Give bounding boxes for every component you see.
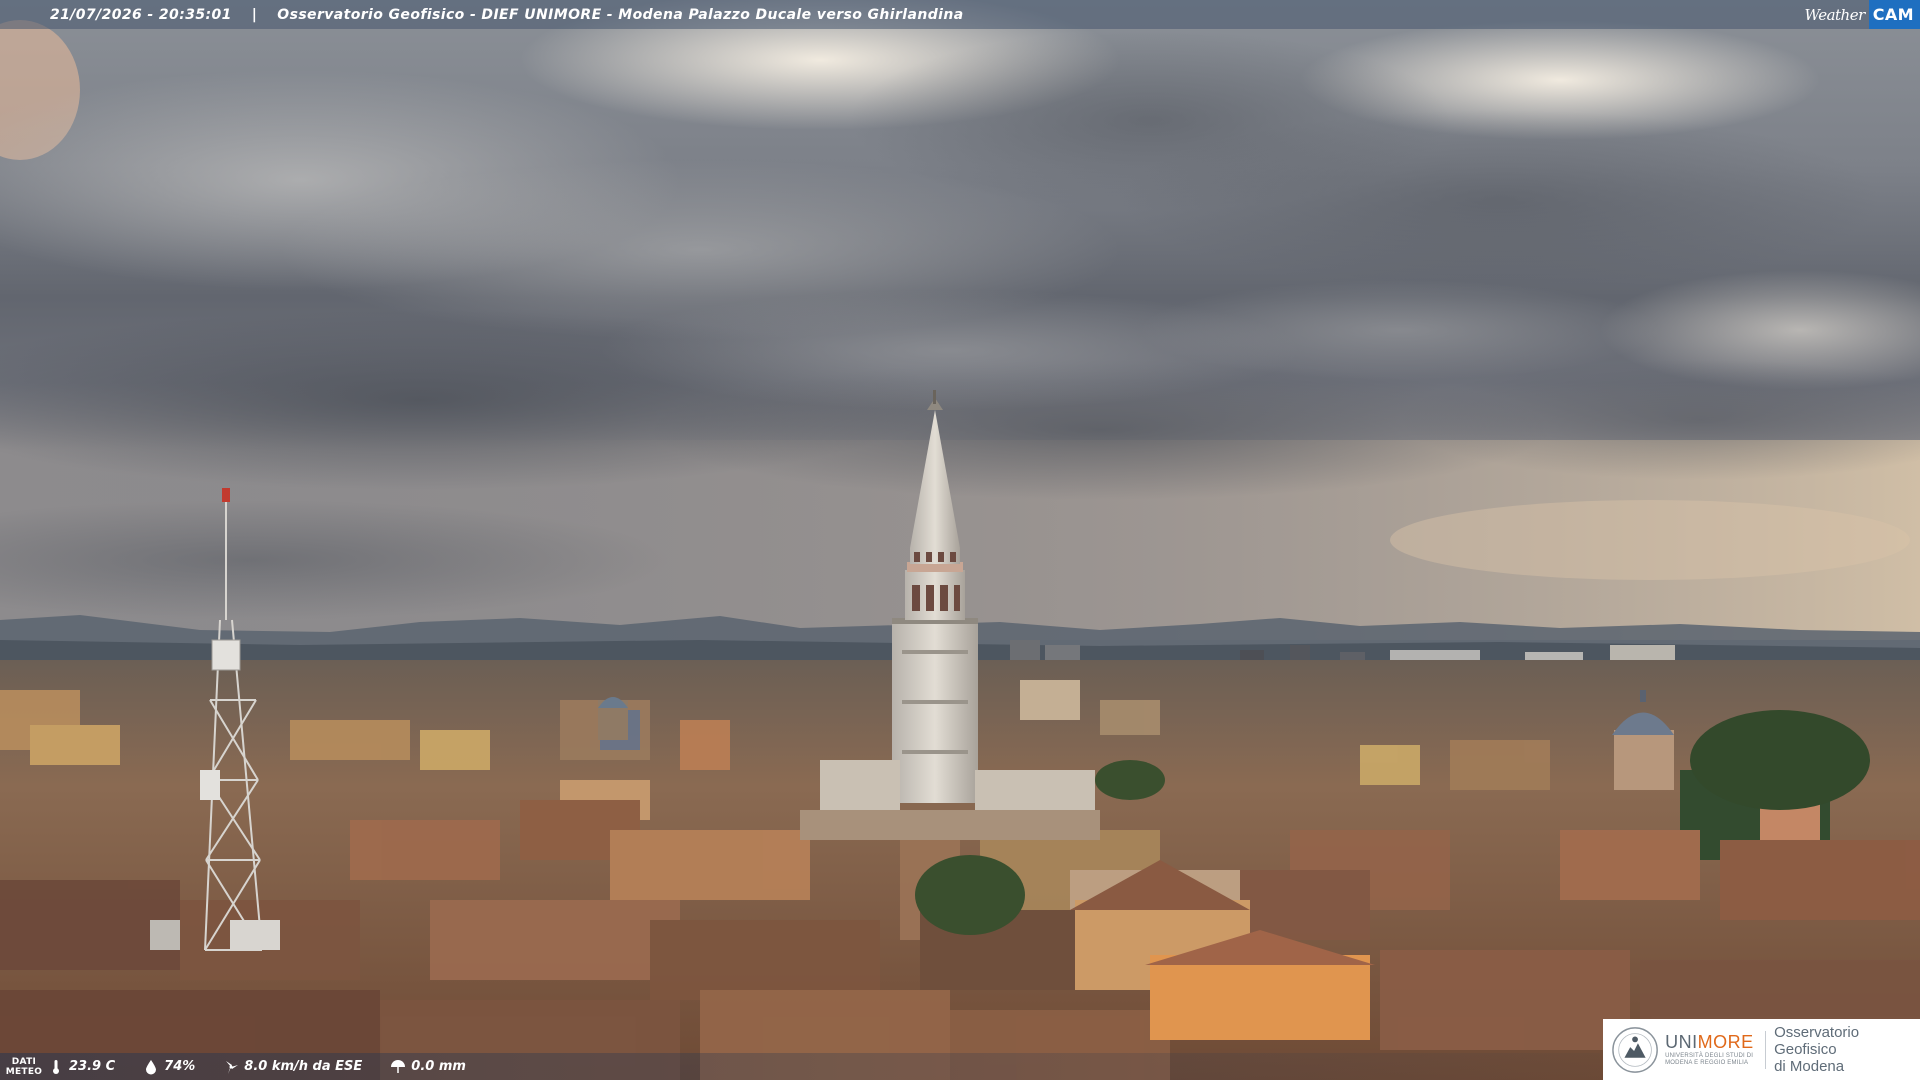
unimore-suffix: MORE (1697, 1032, 1754, 1052)
observatory-line1: Osservatorio Geofisico (1774, 1024, 1860, 1058)
temperature-reading: 23.9 C (48, 1059, 115, 1075)
unimore-logo-box: UNIMORE UNIVERSITÀ DEGLI STUDI DI MODENA… (1603, 1019, 1920, 1080)
unimore-name: UNIMORE (1665, 1032, 1757, 1053)
humidity-reading: 74% (143, 1059, 195, 1075)
logo-divider (1765, 1030, 1767, 1069)
wind-value: 8.0 km/h da ESE (244, 1059, 363, 1074)
city-panorama-photo (0, 0, 1920, 1080)
webcam-frame: 21/07/2026 - 20:35:01 | Osservatorio Geo… (0, 0, 1920, 1080)
rain-icon (391, 1059, 406, 1073)
humidity-drop-icon (146, 1059, 157, 1074)
dati-meteo-line2: METEO (5, 1066, 43, 1077)
wind-reading: 8.0 km/h da ESE (223, 1059, 362, 1075)
brand-cam: CAM (1868, 0, 1920, 29)
observatory-name: Osservatorio Geofisico di Modena (1774, 1024, 1920, 1075)
university-seal-icon (1612, 1026, 1658, 1073)
weathercam-logo: Weather CAM (1797, 0, 1920, 29)
brand-weather: Weather (1804, 5, 1866, 24)
caption-separator: | (251, 6, 258, 23)
temperature-value: 23.9 C (69, 1059, 116, 1074)
timestamp: 21/07/2026 - 20:35:01 (50, 6, 232, 23)
station-name: Osservatorio Geofisico - DIEF UNIMORE - … (277, 6, 964, 23)
rain-reading: 0.0 mm (390, 1059, 466, 1075)
caption-bar: 21/07/2026 - 20:35:01 | Osservatorio Geo… (0, 0, 1920, 29)
unimore-subtitle: UNIVERSITÀ DEGLI STUDI DI MODENA E REGGI… (1665, 1053, 1754, 1066)
observatory-line2: di Modena (1774, 1058, 1845, 1075)
rain-value: 0.0 mm (411, 1059, 466, 1074)
humidity-value: 74% (164, 1059, 196, 1074)
dati-meteo-line1: DATI (11, 1056, 37, 1067)
wind-icon (226, 1060, 239, 1074)
thermometer-icon (53, 1059, 59, 1074)
dati-meteo-label: DATI METEO (0, 1057, 48, 1077)
unimore-wordmark: UNIMORE UNIVERSITÀ DEGLI STUDI DI MODENA… (1665, 1032, 1757, 1067)
unimore-prefix: UNI (1665, 1032, 1698, 1052)
weather-data-bar: DATI METEO 23.9 C 74% 8.0 km/h da ESE 0.… (0, 1053, 1600, 1080)
